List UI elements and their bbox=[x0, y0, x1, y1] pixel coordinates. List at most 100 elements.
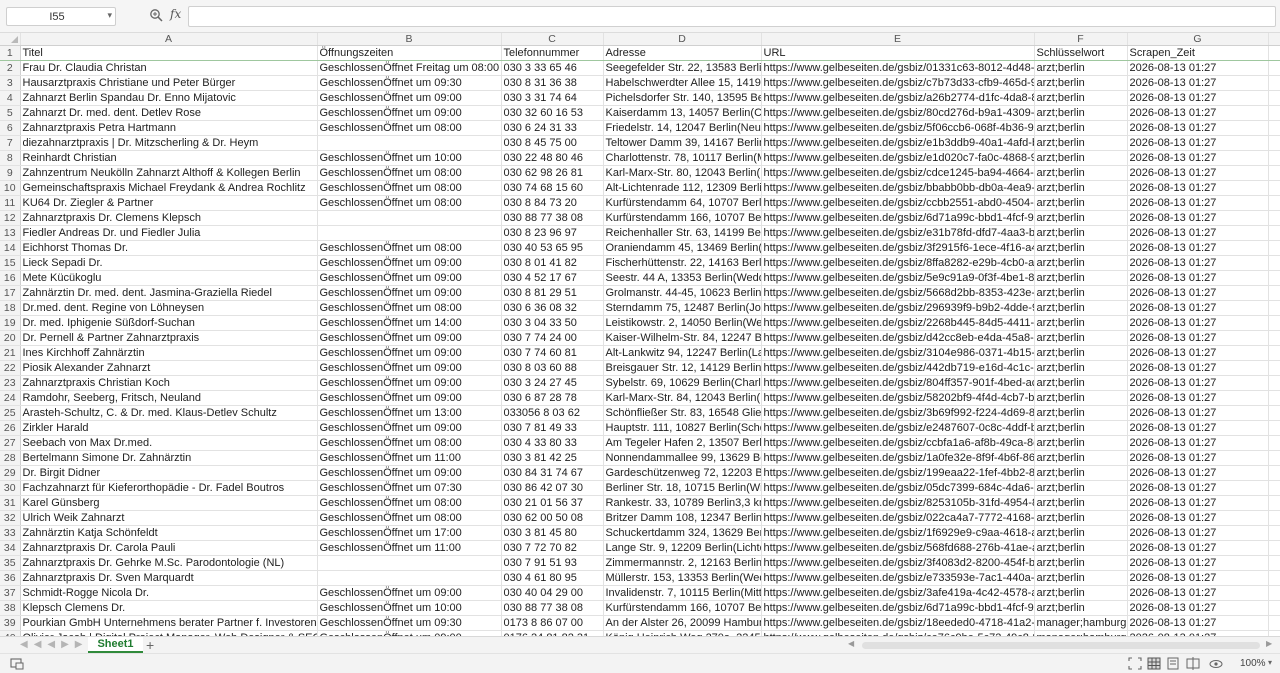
cell[interactable]: Habelschwerdter Allee 15, 14195 B bbox=[603, 75, 762, 91]
cell[interactable]: GeschlossenÖffnet um 11:00 bbox=[317, 540, 502, 556]
cell[interactable]: arzt;berlin bbox=[1034, 240, 1128, 256]
add-sheet-icon[interactable]: + bbox=[146, 637, 154, 653]
cell[interactable]: Lange Str. 9, 12209 Berlin(Lichterfe bbox=[603, 540, 762, 556]
cell[interactable]: https://www.gelbeseiten.de/gsbiz/18eeded… bbox=[761, 615, 1035, 631]
cell[interactable]: 030 3 24 27 45 bbox=[501, 375, 604, 391]
cell[interactable]: Pichelsdorfer Str. 140, 13595 Berlin bbox=[603, 90, 762, 106]
cell[interactable]: arzt;berlin bbox=[1034, 390, 1128, 406]
cell[interactable]: https://www.gelbeseiten.de/gsbiz/e31b78f… bbox=[761, 225, 1035, 241]
cell[interactable]: arzt;berlin bbox=[1034, 210, 1128, 226]
cell[interactable]: Zahnärztin Katja Schönfeldt bbox=[20, 525, 318, 541]
row-number[interactable]: 25 bbox=[0, 405, 21, 421]
page-break-icon[interactable] bbox=[1186, 657, 1200, 670]
cell[interactable]: GeschlossenÖffnet um 09:00 bbox=[317, 360, 502, 376]
cell[interactable]: 030 7 81 49 33 bbox=[501, 420, 604, 436]
row-number[interactable]: 29 bbox=[0, 465, 21, 481]
cell[interactable]: GeschlossenÖffnet um 09:00 bbox=[317, 285, 502, 301]
cell[interactable]: https://www.gelbeseiten.de/gsbiz/8ffa828… bbox=[761, 255, 1035, 271]
cell[interactable]: Alt-Lichtenrade 112, 12309 Berlin(L bbox=[603, 180, 762, 196]
column-header-e[interactable]: E bbox=[761, 33, 1035, 46]
row-number[interactable]: 35 bbox=[0, 555, 21, 571]
cell[interactable]: 2026-08-13 01:27 bbox=[1127, 315, 1269, 331]
cell[interactable]: Ines Kirchhoff Zahnärztin bbox=[20, 345, 318, 361]
cell[interactable]: arzt;berlin bbox=[1034, 570, 1128, 586]
cell[interactable]: 030 4 52 17 67 bbox=[501, 270, 604, 286]
scroll-left-icon[interactable]: ◀ bbox=[848, 639, 854, 648]
cell[interactable]: https://www.gelbeseiten.de/gsbiz/01331c6… bbox=[761, 60, 1035, 76]
cell[interactable] bbox=[1268, 285, 1280, 301]
column-header-a[interactable]: A bbox=[20, 33, 318, 46]
cell[interactable]: arzt;berlin bbox=[1034, 480, 1128, 496]
cell[interactable] bbox=[1268, 180, 1280, 196]
cell[interactable]: https://www.gelbeseiten.de/gsbiz/e1b3ddb… bbox=[761, 135, 1035, 151]
cell[interactable]: 030 3 31 74 64 bbox=[501, 90, 604, 106]
cell[interactable]: 2026-08-13 01:27 bbox=[1127, 390, 1269, 406]
cell[interactable]: GeschlossenÖffnet um 09:00 bbox=[317, 420, 502, 436]
cell[interactable]: arzt;berlin bbox=[1034, 255, 1128, 271]
cell[interactable]: https://www.gelbeseiten.de/gsbiz/58202bf… bbox=[761, 390, 1035, 406]
cell[interactable]: https://www.gelbeseiten.de/gsbiz/ccbb255… bbox=[761, 195, 1035, 211]
row-number[interactable]: 17 bbox=[0, 285, 21, 301]
cell[interactable]: 030 6 87 28 78 bbox=[501, 390, 604, 406]
cell[interactable] bbox=[1268, 105, 1280, 121]
cell[interactable]: 2026-08-13 01:27 bbox=[1127, 135, 1269, 151]
cell[interactable]: arzt;berlin bbox=[1034, 435, 1128, 451]
cell[interactable]: Oraniendamm 45, 13469 Berlin(Wa bbox=[603, 240, 762, 256]
cell[interactable]: Dr. Birgit Didner bbox=[20, 465, 318, 481]
cell[interactable]: 030 88 77 38 08 bbox=[501, 600, 604, 616]
cell[interactable]: https://www.gelbeseiten.de/gsbiz/8253105… bbox=[761, 495, 1035, 511]
row-number[interactable]: 14 bbox=[0, 240, 21, 256]
cell[interactable]: Dr. med. Iphigenie Süßdorf-Suchan bbox=[20, 315, 318, 331]
cell[interactable]: https://www.gelbeseiten.de/gsbiz/1f6929e… bbox=[761, 525, 1035, 541]
cell[interactable]: Alt-Lankwitz 94, 12247 Berlin(Lank bbox=[603, 345, 762, 361]
cell[interactable]: 030 32 60 16 53 bbox=[501, 105, 604, 121]
cell[interactable]: Sterndamm 75, 12487 Berlin(Johar bbox=[603, 300, 762, 316]
cell[interactable]: 030 6 24 31 33 bbox=[501, 120, 604, 136]
cell[interactable] bbox=[1268, 375, 1280, 391]
cell[interactable]: Zahnarztpraxis Dr. Sven Marquardt bbox=[20, 570, 318, 586]
cell[interactable]: Seestr. 44 A, 13353 Berlin(Weddin bbox=[603, 270, 762, 286]
row-number[interactable]: 36 bbox=[0, 570, 21, 586]
cell[interactable] bbox=[1268, 525, 1280, 541]
macro-record-icon[interactable] bbox=[10, 657, 24, 670]
cell[interactable]: 2026-08-13 01:27 bbox=[1127, 300, 1269, 316]
cell[interactable]: 030 8 84 73 20 bbox=[501, 195, 604, 211]
cell[interactable]: 2026-08-13 01:27 bbox=[1127, 525, 1269, 541]
row-number[interactable]: 18 bbox=[0, 300, 21, 316]
cell[interactable]: diezahnarztpraxis | Dr. Mitzscherling & … bbox=[20, 135, 318, 151]
row-number[interactable]: 27 bbox=[0, 435, 21, 451]
cell[interactable]: arzt;berlin bbox=[1034, 300, 1128, 316]
cell[interactable]: arzt;berlin bbox=[1034, 525, 1128, 541]
cell[interactable]: 2026-08-13 01:27 bbox=[1127, 495, 1269, 511]
cell[interactable]: 030 84 31 74 67 bbox=[501, 465, 604, 481]
cell[interactable]: GeschlossenÖffnet um 09:00 bbox=[317, 345, 502, 361]
cell[interactable] bbox=[1268, 120, 1280, 136]
cell[interactable]: Lieck Sepadi Dr. bbox=[20, 255, 318, 271]
cell[interactable]: Eichhorst Thomas Dr. bbox=[20, 240, 318, 256]
cell[interactable]: Zahnarztpraxis Dr. Clemens Klepsch bbox=[20, 210, 318, 226]
cell[interactable] bbox=[317, 210, 502, 226]
row-number[interactable]: 8 bbox=[0, 150, 21, 166]
cell[interactable]: Karl-Marx-Str. 80, 12043 Berlin(Ne bbox=[603, 165, 762, 181]
cell[interactable]: Schönfließer Str. 83, 16548 Glienic bbox=[603, 405, 762, 421]
row-number[interactable]: 26 bbox=[0, 420, 21, 436]
cell[interactable]: GeschlossenÖffnet um 14:00 bbox=[317, 315, 502, 331]
cell[interactable]: GeschlossenÖffnet um 08:00 bbox=[317, 165, 502, 181]
cell[interactable]: Mete Kücükoglu bbox=[20, 270, 318, 286]
cell[interactable]: Arasteh-Schultz, C. & Dr. med. Klaus-Det… bbox=[20, 405, 318, 421]
cell[interactable]: https://www.gelbeseiten.de/gsbiz/442db71… bbox=[761, 360, 1035, 376]
cell[interactable]: arzt;berlin bbox=[1034, 600, 1128, 616]
cell[interactable] bbox=[1268, 495, 1280, 511]
cell[interactable]: 2026-08-13 01:27 bbox=[1127, 210, 1269, 226]
cell[interactable]: Gardeschützenweg 72, 12203 Berli bbox=[603, 465, 762, 481]
cell[interactable]: Schuckertdamm 324, 13629 Berlin( bbox=[603, 525, 762, 541]
cell[interactable]: Seegefelder Str. 22, 13583 Berlin1, bbox=[603, 60, 762, 76]
row-number[interactable]: 39 bbox=[0, 615, 21, 631]
cell[interactable]: 030 7 72 70 82 bbox=[501, 540, 604, 556]
cell[interactable]: 2026-08-13 01:27 bbox=[1127, 435, 1269, 451]
cell[interactable]: Dr. Pernell & Partner Zahnarztpraxis bbox=[20, 330, 318, 346]
cell[interactable]: arzt;berlin bbox=[1034, 405, 1128, 421]
cell[interactable]: https://www.gelbeseiten.de/gsbiz/bbabb0b… bbox=[761, 180, 1035, 196]
cell[interactable] bbox=[1268, 75, 1280, 91]
cell[interactable]: Dr.med. dent. Regine von Löhneysen bbox=[20, 300, 318, 316]
